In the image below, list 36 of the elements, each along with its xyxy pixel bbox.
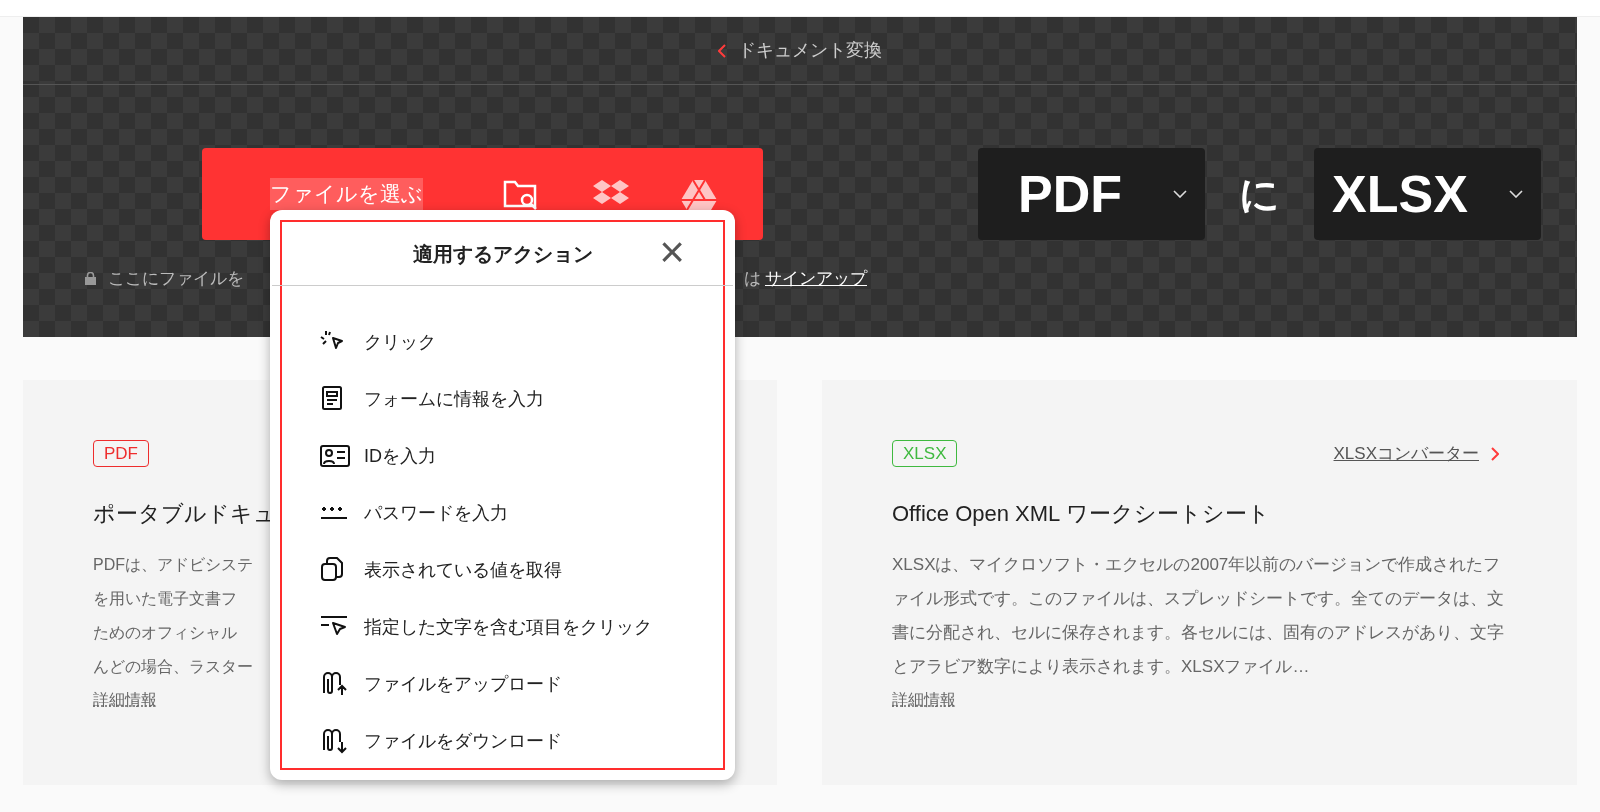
- chevron-down-icon: [1509, 190, 1523, 198]
- folder-search-icon[interactable]: [503, 178, 539, 210]
- description-text: XLSXは、マイクロソフト・エクセルの2007年以前のバージョンで作成されたファイル形式です。このファイルは、スプレッドシートです。全てのデータは、文書に分配され、セルに保存されます。各セルには、固有のアドレスがあり、文字とアラビア数字により表示されます。XLSXファイル…: [892, 554, 1504, 678]
- signup-link[interactable]: サインアップ: [765, 266, 867, 292]
- action-menu-item[interactable]: ファイルをダウンロード: [364, 727, 562, 755]
- description-text: ためのオフィシャル: [93, 623, 237, 643]
- more-info-link[interactable]: 詳細情報: [93, 688, 157, 712]
- format-badge: XLSX: [892, 440, 958, 467]
- description-text: PDFは、アドビシステ: [93, 555, 253, 575]
- breadcrumb-link[interactable]: ドキュメント変換: [718, 37, 882, 64]
- popup-title: 適用するアクション: [412, 241, 593, 267]
- id-card-icon: [320, 443, 350, 469]
- more-info-link[interactable]: 詳細情報: [892, 688, 956, 712]
- description-text: んどの場合、ラスター: [93, 657, 253, 677]
- action-menu-item[interactable]: 指定した文字を含む項目をクリック: [364, 613, 652, 641]
- action-menu-item[interactable]: フォームに情報を入力: [364, 385, 544, 413]
- chevron-left-icon: [718, 43, 726, 58]
- description-text: を用いた電子文書フ: [93, 589, 237, 609]
- action-menu-item[interactable]: クリック: [364, 328, 436, 356]
- triangle-drive-icon[interactable]: [681, 178, 717, 210]
- converter-link[interactable]: XLSXコンバーター: [1333, 440, 1499, 467]
- chevron-down-icon: [1173, 190, 1187, 198]
- action-menu-item[interactable]: パスワードを入力: [364, 499, 508, 527]
- format-badge: PDF: [93, 440, 149, 467]
- format-dropdown[interactable]: PDF: [978, 148, 1205, 240]
- action-menu-item[interactable]: 表示されている値を取得: [364, 556, 562, 584]
- drop-hint-text: ここにファイルを: [108, 268, 244, 290]
- drop-hint-text: は: [744, 268, 761, 290]
- paperclip-down-icon: [320, 728, 350, 754]
- chevron-right-icon: [1491, 446, 1499, 461]
- joiner-text: に: [1239, 171, 1280, 218]
- card-title: Office Open XML ワークシートシート: [892, 500, 1270, 528]
- format-dropdown[interactable]: XLSX: [1314, 148, 1541, 240]
- action-menu-item[interactable]: IDを入力: [364, 442, 436, 470]
- action-menu-item[interactable]: ファイルをアップロード: [364, 670, 562, 698]
- lock-icon: [85, 272, 96, 286]
